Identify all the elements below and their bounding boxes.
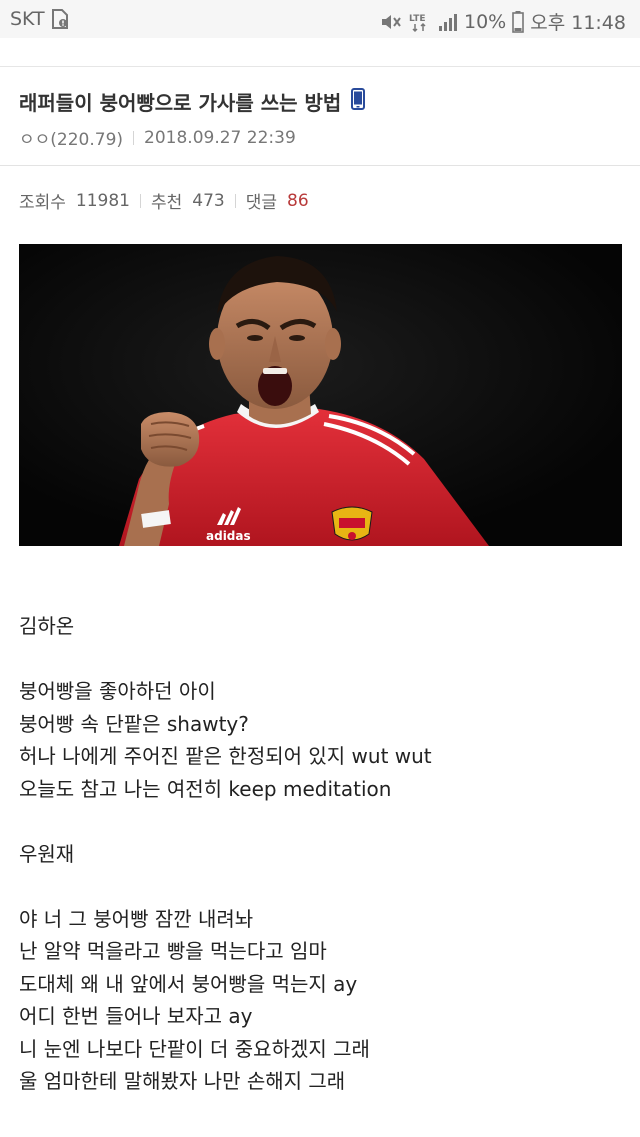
body-blank-line <box>19 870 619 903</box>
stats-separator <box>234 193 236 208</box>
body-blank-line <box>19 805 619 838</box>
meta-separator <box>133 130 135 145</box>
body-line: 어디 한번 들어나 보자고 ay <box>19 1004 253 1028</box>
author-name[interactable]: ㅇㅇ(220.79) <box>19 125 123 150</box>
post-header: 래퍼들이 붕어빵으로 가사를 쓰는 방법 ㅇㅇ(220.79) 2018.09.… <box>0 67 640 165</box>
lte-icon: LTE <box>408 11 432 33</box>
club-crest-icon <box>331 506 373 541</box>
mute-icon <box>380 12 402 32</box>
body-line: 김하온 <box>19 614 75 638</box>
body-line: 니 눈엔 나보다 단팥이 더 중요하겠지 그래 <box>19 1036 370 1061</box>
football-player-illustration: adidas <box>19 244 622 546</box>
battery-icon <box>512 10 525 33</box>
body-line: 붕어빵 속 단팥은 shawty? <box>19 711 249 736</box>
header-divider <box>0 165 640 166</box>
post-image[interactable]: adidas <box>19 244 622 546</box>
views-label: 조회수 <box>19 193 66 213</box>
svg-text:LTE: LTE <box>409 14 426 24</box>
adidas-wordmark: adidas <box>206 529 251 543</box>
body-line: 붕어빵을 좋아하던 아이 <box>19 679 216 703</box>
carrier-label: SKT <box>10 8 45 30</box>
post-title: 래퍼들이 붕어빵으로 가사를 쓰는 방법 <box>19 91 342 115</box>
comments-count[interactable]: 86 <box>287 191 309 211</box>
battery-percent: 10% <box>464 10 507 33</box>
top-spacer <box>0 38 640 66</box>
clock: 오후 11:48 <box>530 12 626 34</box>
views-count: 11981 <box>75 190 131 211</box>
body-line: 울 엄마한테 말해봤자 나만 손해지 그래 <box>19 1069 346 1093</box>
post-body: 김하온 붕어빵을 좋아하던 아이 붕어빵 속 단팥은 shawty? 허나 나에… <box>19 610 619 1098</box>
post-stats: 조회수 11981 추천 473 댓글 86 <box>19 188 309 214</box>
recommend-label: 추천 <box>151 193 183 213</box>
sim-alert-icon <box>51 9 69 29</box>
body-line: 난 알약 먹을라고 빵을 먹는다고 임마 <box>19 939 327 963</box>
stats-separator <box>140 193 142 208</box>
recommend-count: 473 <box>192 190 225 211</box>
body-line: 우원재 <box>19 841 75 866</box>
body-line: 오늘도 참고 나는 여전히 keep meditation <box>19 776 392 801</box>
comments-label[interactable]: 댓글 <box>246 188 277 213</box>
post-datetime: 2018.09.27 22:39 <box>144 127 296 148</box>
body-line: 도대체 왜 내 앞에서 붕어빵을 먹는지 ay <box>19 971 358 996</box>
post-meta: ㅇㅇ(220.79) 2018.09.27 22:39 <box>19 125 296 151</box>
status-bar: SKT LTE 10% 오후 11:48 <box>0 0 640 38</box>
mobile-phone-icon <box>351 88 366 115</box>
post-title-row[interactable]: 래퍼들이 붕어빵으로 가사를 쓰는 방법 <box>19 87 366 116</box>
body-blank-line <box>19 643 619 676</box>
signal-icon <box>438 12 458 32</box>
body-line: 허나 나에게 주어진 팥은 한정되어 있지 wut wut <box>19 744 432 768</box>
body-line: 야 너 그 붕어빵 잠깐 내려놔 <box>19 906 254 931</box>
